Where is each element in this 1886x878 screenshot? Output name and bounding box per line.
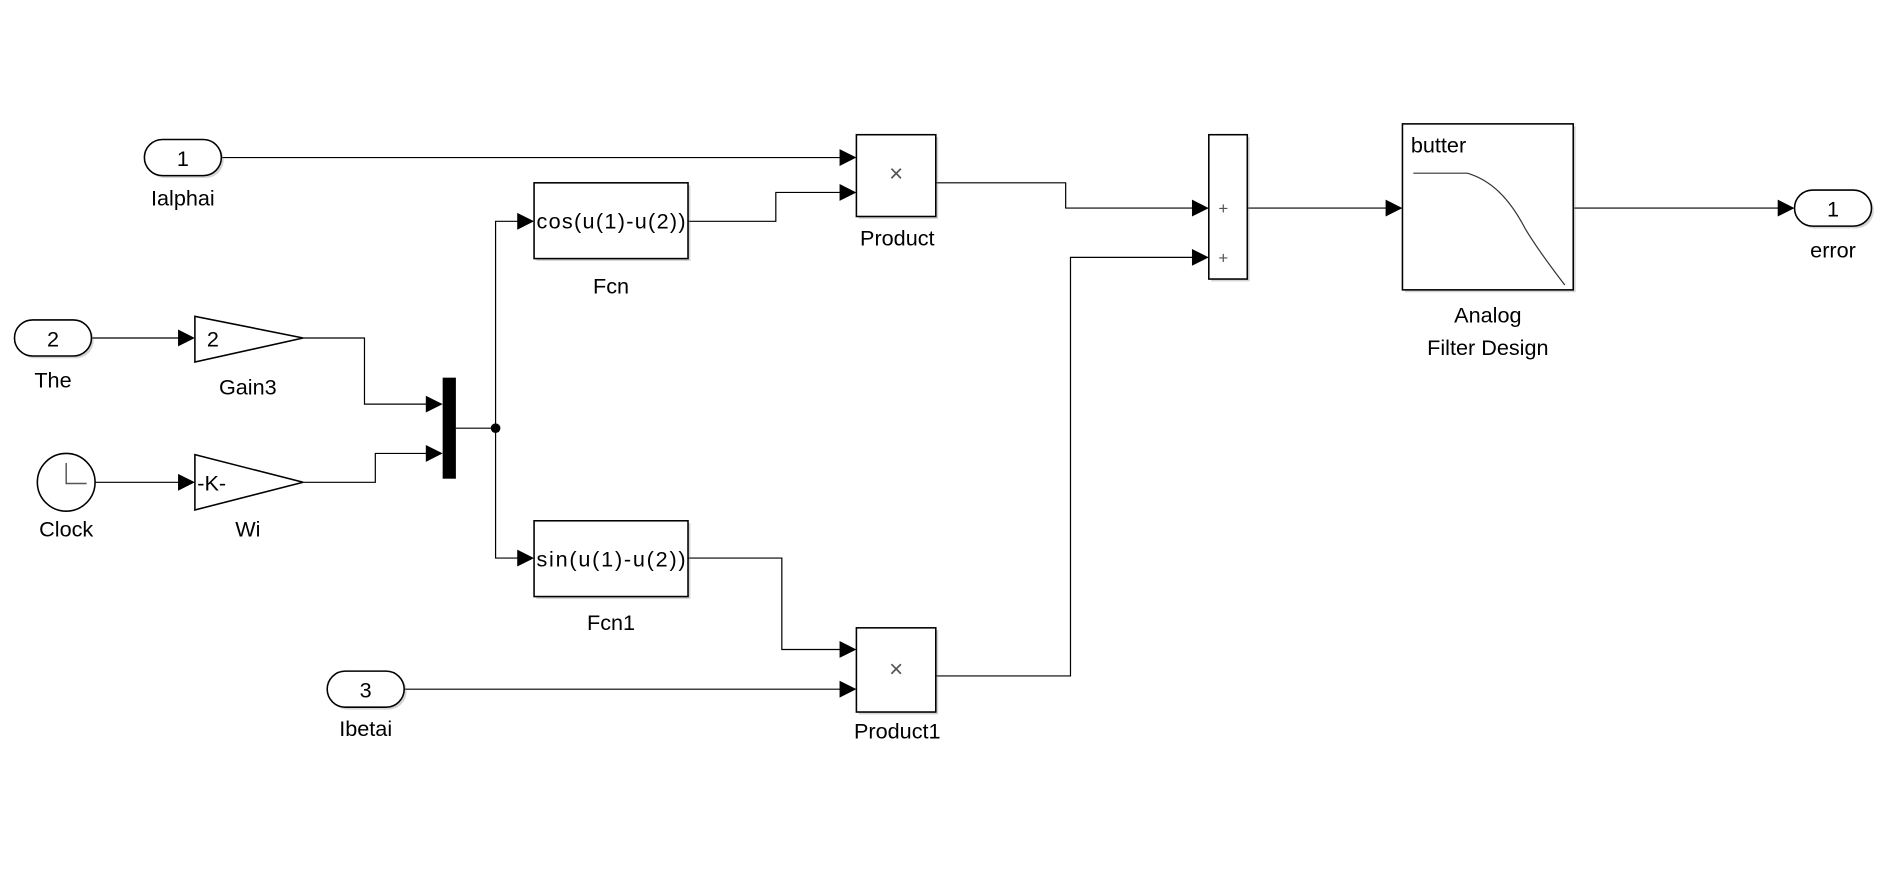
inport-label: Ialphai (151, 186, 215, 211)
arrow-head (839, 680, 857, 698)
plus-sign: + (1218, 248, 1228, 267)
inport-label: Ibetai (339, 716, 392, 741)
arrow-head (178, 473, 195, 491)
inport-2-block[interactable]: 2 The (13, 319, 94, 392)
arrow-head (517, 549, 535, 567)
inport-1-block[interactable]: 1 Ialphai (143, 138, 224, 211)
inport-label: The (34, 367, 71, 392)
arrow-head (839, 149, 857, 166)
analog-filter-block[interactable]: butter Analog Filter Design (1401, 123, 1576, 360)
branch-point (490, 423, 501, 433)
fcn-expression: sin(u(1)-u(2)) (536, 546, 685, 571)
inport-3-block[interactable]: 3 Ibetai (326, 670, 407, 741)
outport-number: 1 (1827, 196, 1839, 221)
outport-label: error (1810, 237, 1856, 262)
inport-number: 3 (360, 678, 372, 703)
arrow-head (839, 641, 857, 658)
product-block[interactable]: × Product (855, 133, 939, 251)
gain-value: -K- (197, 471, 226, 496)
inport-number: 1 (177, 146, 189, 171)
multiply-icon: × (889, 656, 903, 683)
fcn-label: Fcn (593, 273, 629, 298)
product-label: Product1 (854, 718, 941, 743)
fcn-label: Fcn1 (587, 610, 635, 635)
wire-wi-mux[interactable] (303, 452, 429, 483)
clock-block[interactable]: Clock (36, 452, 96, 541)
multiply-icon: × (889, 161, 903, 188)
sum-block[interactable]: + + (1208, 133, 1250, 282)
inport-number: 2 (47, 326, 59, 351)
arrow-head (1385, 199, 1403, 217)
simulink-diagram: 1 Ialphai 2 The 3 Ibetai Clock 2 Gain3 -… (13, 123, 1874, 744)
filter-label-line2: Filter Design (1427, 335, 1548, 360)
gain-label: Gain3 (219, 374, 277, 399)
arrow-head (1777, 199, 1795, 217)
plus-sign: + (1218, 199, 1228, 218)
fcn1-block[interactable]: sin(u(1)-u(2)) Fcn1 (533, 520, 691, 635)
wire-branch-fcn[interactable] (494, 220, 520, 429)
wire-product-sum[interactable] (935, 182, 1195, 209)
arrow-head (425, 445, 443, 462)
arrow-head (517, 212, 535, 230)
clock-label: Clock (39, 516, 93, 541)
arrow-head (839, 184, 857, 201)
wire-fcn-product[interactable] (688, 191, 842, 222)
gain3-block[interactable]: 2 Gain3 (194, 315, 304, 399)
arrow-head (1191, 248, 1209, 266)
wi-gain-block[interactable]: -K- Wi (194, 453, 304, 542)
fcn-block[interactable]: cos(u(1)-u(2)) Fcn (533, 182, 691, 299)
filter-method: butter (1411, 133, 1466, 158)
gain-value: 2 (207, 326, 219, 351)
outport-error-block[interactable]: 1 error (1793, 189, 1874, 262)
gain-label: Wi (235, 516, 260, 541)
product-label: Product (860, 225, 935, 250)
product1-block[interactable]: × Product1 (854, 627, 941, 744)
wire-gain3-mux[interactable] (303, 337, 429, 405)
wire-product1-sum[interactable] (935, 256, 1195, 677)
wire-branch-fcn1[interactable] (494, 428, 520, 559)
filter-label-line1: Analog (1454, 302, 1521, 327)
arrow-head (178, 329, 195, 347)
arrow-head (425, 395, 443, 413)
arrow-head (1191, 199, 1209, 217)
fcn-expression: cos(u(1)-u(2)) (536, 209, 685, 234)
mux-block[interactable] (442, 377, 456, 479)
wire-fcn1-product1[interactable] (688, 557, 842, 651)
